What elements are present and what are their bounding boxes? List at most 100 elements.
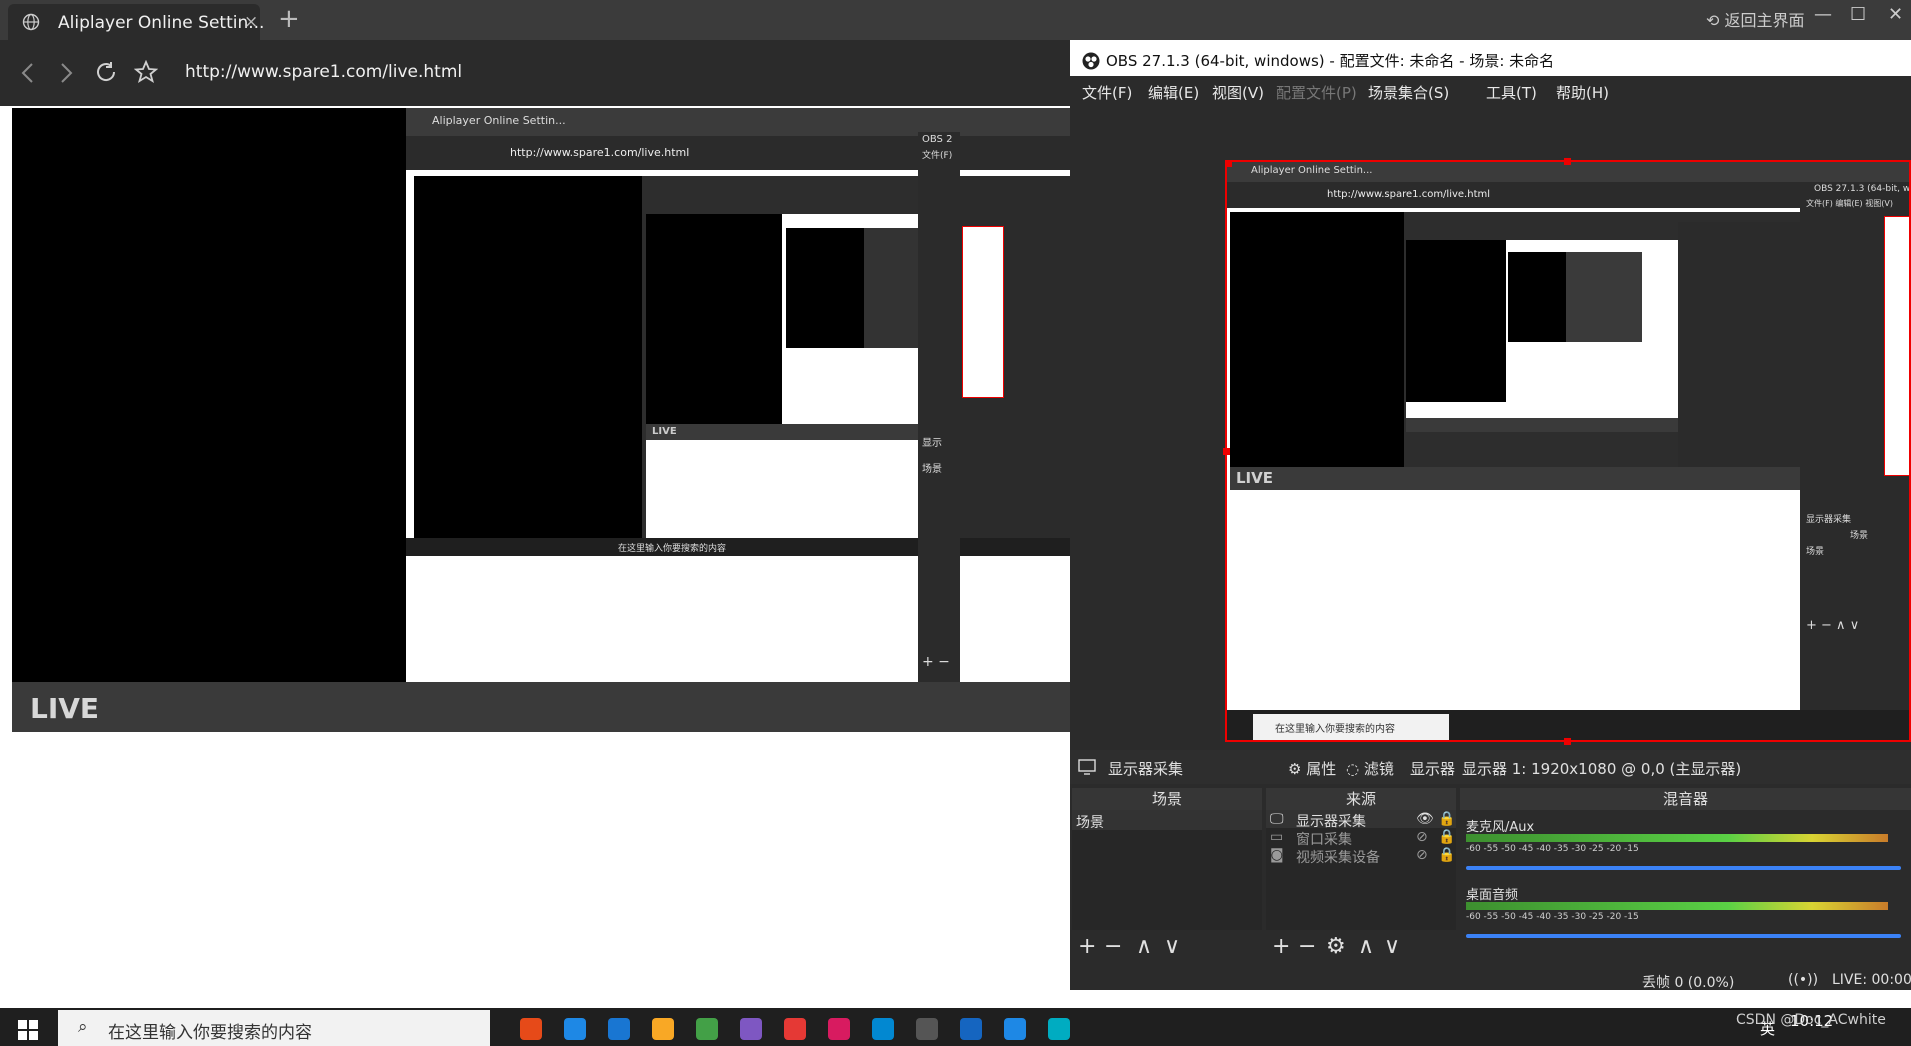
scenes-header: 场景: [1072, 788, 1262, 810]
menu-tools[interactable]: 工具(T): [1486, 82, 1537, 103]
menu-file[interactable]: 文件(F): [1082, 82, 1132, 103]
back-icon[interactable]: [20, 62, 36, 84]
mixer-header: 混音器: [1460, 788, 1911, 810]
move-scene-up-button[interactable]: ∧: [1136, 934, 1152, 959]
display-select[interactable]: 显示器 1: 1920x1080 @ 0,0 (主显示器): [1462, 758, 1741, 779]
new-tab-button[interactable]: +: [278, 4, 300, 34]
browser-tab[interactable]: Aliplayer Online Settin... ×: [8, 4, 264, 40]
taskbar-app-icon[interactable]: [696, 1018, 718, 1040]
preview-search-box: 在这里输入你要搜索的内容: [1253, 714, 1449, 740]
return-main-label: 返回主界面: [1724, 11, 1805, 30]
nested-taskbar: 在这里输入你要搜索的内容: [406, 538, 1070, 556]
scene-item-label: 场景: [1076, 815, 1104, 831]
taskbar-app-icon[interactable]: [1048, 1018, 1070, 1040]
taskbar-app-icon[interactable]: [564, 1018, 586, 1040]
obs-window: OBS 27.1.3 (64-bit, windows) - 配置文件: 未命名…: [1070, 44, 1911, 991]
lock-icon[interactable]: 🔒: [1438, 829, 1455, 845]
taskbar-app-icon[interactable]: [608, 1018, 630, 1040]
preview-nested-obs: [1678, 222, 1800, 467]
taskbar-search[interactable]: ⌕ 在这里输入你要搜索的内容: [58, 1010, 490, 1046]
eye-icon[interactable]: 👁: [1416, 811, 1434, 827]
taskbar-app-icon[interactable]: [1004, 1018, 1026, 1040]
resize-handle-tl[interactable]: [1225, 160, 1232, 167]
source-settings-icon[interactable]: ⚙: [1326, 934, 1346, 959]
preview-obs-scene-head: 场景: [1850, 531, 1869, 541]
properties-label: 属性: [1306, 760, 1337, 778]
menu-scene-collection[interactable]: 场景集合(S): [1368, 82, 1449, 103]
nested-deepest-black: [786, 228, 864, 348]
nested-deeper: LIVE: [642, 176, 1070, 538]
sources-list: 🖵 显示器采集 👁 🔒 ▭ 窗口采集 ⊘ 🔒 ◙ 视频采集设备 ⊘ 🔒: [1266, 810, 1456, 930]
resize-handle-top[interactable]: [1564, 158, 1571, 165]
nested-obs-scene: 场景: [922, 464, 942, 475]
preview-url: http://www.spare1.com/live.html: [1327, 189, 1491, 200]
preview-obs-strip: OBS 27.1.3 (64-bit, win 文件(F) 编辑(E) 视图(V…: [1800, 182, 1909, 740]
browser-toolbar: http://www.spare1.com/live.html: [0, 40, 1070, 106]
taskbar-app-icon[interactable]: [916, 1018, 938, 1040]
star-icon[interactable]: [134, 60, 158, 84]
taskbar-app-icon[interactable]: [740, 1018, 762, 1040]
scenes-dock: 场景 场景 + − ∧ ∨: [1072, 788, 1262, 968]
obs-title: OBS 27.1.3 (64-bit, windows) - 配置文件: 未命名…: [1106, 52, 1555, 70]
eye-off-icon[interactable]: ⊘: [1416, 847, 1428, 863]
desktop-volume-slider[interactable]: [1466, 934, 1901, 938]
eye-off-icon[interactable]: ⊘: [1416, 829, 1428, 845]
list-item[interactable]: ▭ 窗口采集 ⊘ 🔒: [1266, 828, 1456, 848]
preview-white: [1230, 490, 1800, 662]
minimize-icon[interactable]: —: [1814, 4, 1832, 25]
list-item[interactable]: 场景: [1072, 810, 1262, 831]
nested-obs-strip: [952, 176, 1070, 538]
nested-obs-title: OBS 2: [922, 134, 953, 145]
menu-edit[interactable]: 编辑(E): [1148, 82, 1199, 103]
sources-dock: 来源 🖵 显示器采集 👁 🔒 ▭ 窗口采集 ⊘ 🔒 ◙ 视频采集设备 ⊘ 🔒 +: [1266, 788, 1456, 968]
nested-obs-menu: 文件(F): [922, 151, 953, 161]
resize-handle-bottom[interactable]: [1564, 738, 1571, 745]
add-scene-button[interactable]: +: [1078, 934, 1096, 959]
filter-icon: ◌: [1346, 760, 1360, 778]
desktop-channel-label: 桌面音频: [1466, 888, 1519, 903]
menu-profile[interactable]: 配置文件(P): [1276, 82, 1357, 103]
nested-capture: Aliplayer Online Settin... http://www.sp…: [406, 108, 1070, 682]
remove-scene-button[interactable]: −: [1104, 934, 1122, 959]
maximize-icon[interactable]: ☐: [1850, 4, 1866, 25]
mic-volume-slider[interactable]: [1466, 866, 1901, 870]
mic-ticks: -60 -55 -50 -45 -40 -35 -30 -25 -20 -15: [1466, 844, 1639, 854]
preview-obs-frame: [1884, 216, 1909, 476]
lock-icon[interactable]: 🔒: [1438, 811, 1455, 827]
preview-live-bar: LIVE: [1230, 467, 1404, 490]
address-bar[interactable]: http://www.spare1.com/live.html: [185, 62, 462, 82]
nested-obs-column: OBS 2 文件(F) 显示 场景 + −: [918, 132, 960, 682]
filters-button[interactable]: ◌ 滤镜: [1346, 758, 1394, 779]
refresh-icon[interactable]: [94, 60, 118, 84]
video-player[interactable]: Aliplayer Online Settin... http://www.sp…: [12, 108, 1070, 732]
list-item[interactable]: ◙ 视频采集设备 ⊘ 🔒: [1266, 846, 1456, 866]
forward-icon[interactable]: [58, 62, 74, 84]
move-source-down-button[interactable]: ∨: [1384, 934, 1400, 959]
list-item[interactable]: 🖵 显示器采集 👁 🔒: [1266, 810, 1456, 830]
menu-view[interactable]: 视图(V): [1212, 82, 1264, 103]
mixer-dock: 混音器 麦克风/Aux -60 -55 -50 -45 -40 -35 -30 …: [1460, 788, 1911, 968]
properties-button[interactable]: ⚙ 属性: [1288, 758, 1336, 779]
source-label: 视频采集设备: [1296, 850, 1380, 866]
taskbar-app-icon[interactable]: [652, 1018, 674, 1040]
remove-source-button[interactable]: −: [1298, 934, 1316, 959]
taskbar-app-icon[interactable]: [872, 1018, 894, 1040]
resize-handle-left[interactable]: [1223, 448, 1230, 455]
taskbar-app-icon[interactable]: [828, 1018, 850, 1040]
tab-close-icon[interactable]: ×: [244, 12, 258, 32]
taskbar-app-icon[interactable]: [960, 1018, 982, 1040]
window-icon: ▭: [1270, 829, 1284, 845]
windows-start-icon[interactable]: [18, 1020, 38, 1040]
close-icon[interactable]: ✕: [1888, 4, 1903, 25]
move-scene-down-button[interactable]: ∨: [1164, 934, 1180, 959]
add-source-button[interactable]: +: [1272, 934, 1290, 959]
obs-preview[interactable]: Aliplayer Online Settin... http://www.sp…: [1070, 106, 1911, 750]
monitor-icon: [1078, 759, 1096, 775]
taskbar-app-icon[interactable]: [520, 1018, 542, 1040]
menu-help[interactable]: 帮助(H): [1556, 82, 1609, 103]
move-source-up-button[interactable]: ∧: [1358, 934, 1374, 959]
taskbar: ⌕ 在这里输入你要搜索的内容 英 10:12: [0, 1008, 1911, 1046]
return-main-button[interactable]: ⟲ 返回主界面: [1706, 7, 1805, 31]
taskbar-app-icon[interactable]: [784, 1018, 806, 1040]
lock-icon[interactable]: 🔒: [1438, 847, 1455, 863]
